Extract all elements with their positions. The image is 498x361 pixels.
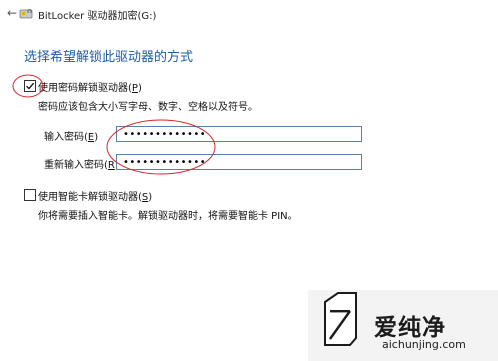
password-unlock-label[interactable]: 使用密码解锁驱动器(P) (38, 79, 142, 94)
bitlocker-drive-icon (19, 9, 33, 19)
back-arrow-icon[interactable]: ← (4, 5, 20, 21)
smartcard-unlock-label[interactable]: 使用智能卡解锁驱动器(S) (38, 188, 152, 203)
page-heading: 选择希望解锁此驱动器的方式 (24, 50, 194, 65)
title-bar: ← BitLocker 驱动器加密(G:) (0, 0, 498, 28)
watermark-domain: aichunjing.com (382, 338, 466, 351)
password-hint: 密码应该包含大小写字母、数字、空格以及符号。 (38, 102, 258, 113)
smartcard-hint: 你将需要插入智能卡。解锁驱动器时，将需要智能卡 PIN。 (38, 211, 298, 222)
enter-password-label: 输入密码(E) (44, 132, 99, 143)
watermark-emblem-icon (324, 292, 357, 346)
window-title: BitLocker 驱动器加密(G:) (38, 11, 157, 22)
watermark-brand: 爱纯净 (374, 315, 446, 341)
smartcard-unlock-checkbox[interactable] (24, 189, 36, 201)
password-annotation-circle (106, 119, 216, 175)
checkbox-annotation-circle (12, 74, 44, 98)
